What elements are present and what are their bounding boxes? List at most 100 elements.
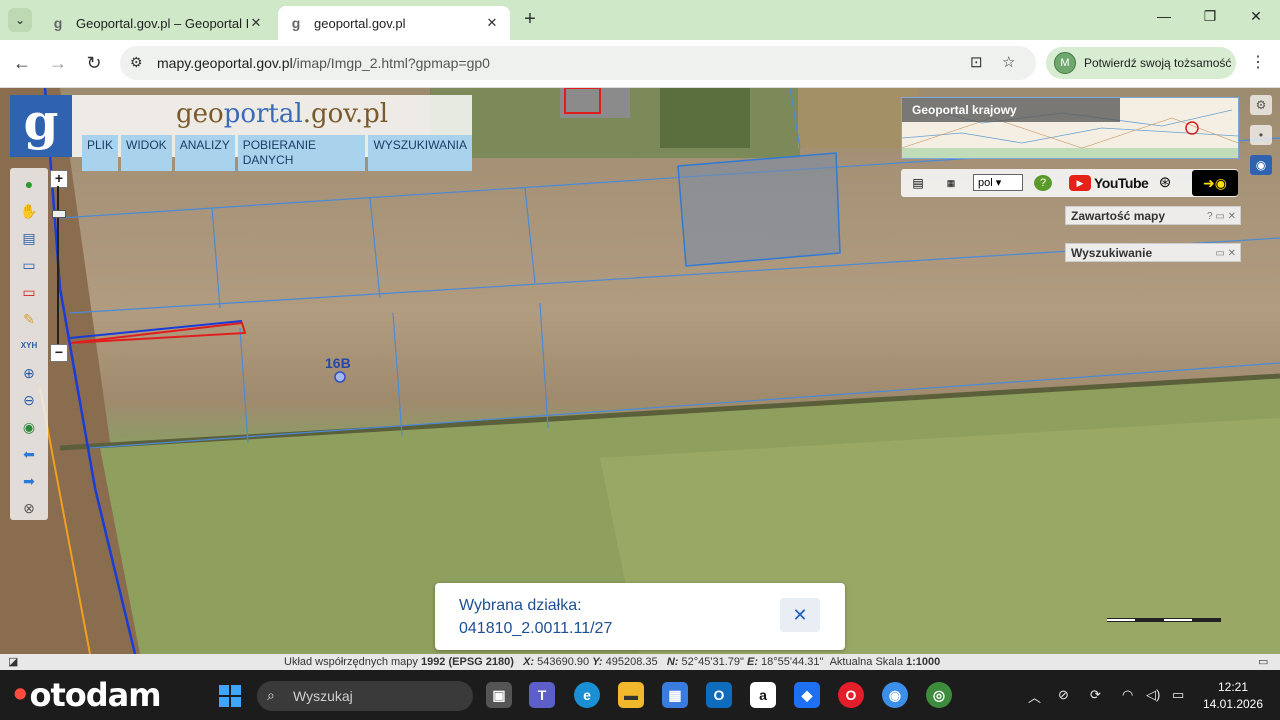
browser-menu-icon[interactable]: ⋮ — [1250, 52, 1266, 72]
pencil-icon[interactable]: ✎ — [18, 309, 40, 329]
menu-wyszukiwania[interactable]: WYSZUKIWANIA — [368, 135, 472, 171]
outlook-icon[interactable]: O — [706, 682, 732, 708]
store-icon[interactable]: ▦ — [662, 682, 688, 708]
dropbox-icon[interactable]: ◆ — [794, 682, 820, 708]
menu-analizy[interactable]: ANALIZY — [174, 135, 235, 171]
close-tab-icon[interactable]: ✕ — [484, 15, 500, 31]
tab-title: Geoportal.gov.pl – Geoportal In — [76, 15, 248, 31]
pan-hand-icon[interactable]: ✋ — [18, 201, 40, 221]
zoom-slider[interactable]: + − — [48, 168, 68, 364]
resize-icon[interactable]: ◪ — [8, 654, 18, 670]
main-menu: PLIK WIDOK ANALIZY POBIERANIE DANYCH WYS… — [82, 135, 472, 171]
xyh-icon[interactable]: XYH — [18, 336, 40, 356]
taskbar-search[interactable]: ⌕ Wyszukaj — [257, 681, 473, 711]
legend-icon[interactable]: ▤ — [18, 228, 40, 248]
zoom-plus-button[interactable]: + — [50, 170, 68, 188]
accessibility-icon[interactable]: ⊛ — [1156, 173, 1174, 193]
tray-chevron-icon[interactable]: ︿ — [1028, 687, 1041, 706]
close-tab-icon[interactable]: ✕ — [248, 15, 264, 31]
windows-taskbar: •otodam ⌕ Wyszukaj ▣ T e ▬ ▦ O a ◆ O ◉ ◎… — [0, 670, 1280, 720]
panel-title: Wyszukiwanie — [1071, 246, 1153, 260]
list-icon[interactable]: ▤ — [909, 173, 927, 193]
network-off-icon[interactable]: ⊘ — [1058, 687, 1069, 703]
new-tab-button[interactable]: + — [518, 8, 542, 31]
select-rectangle-icon[interactable]: ▭ — [18, 255, 40, 275]
panel-window-controls[interactable]: ▭ ✕ — [1215, 244, 1236, 263]
map-contents-panel[interactable]: Zawartość mapy ? ▭ ✕ — [1065, 206, 1241, 225]
search-panel[interactable]: Wyszukiwanie ▭ ✕ — [1065, 243, 1241, 262]
profile-button[interactable]: M Potwierdź swoją tożsamość — [1046, 47, 1236, 79]
search-placeholder: Wyszukaj — [293, 688, 353, 704]
forward-button[interactable]: → — [46, 52, 70, 76]
close-window-button[interactable]: ✕ — [1244, 8, 1268, 25]
popup-heading: Wybrana działka: — [459, 597, 582, 614]
compass-icon[interactable]: ⊗ — [18, 498, 40, 518]
settings-gear-icon[interactable]: ⚙ — [1250, 95, 1272, 115]
chrome-icon[interactable]: ◎ — [926, 682, 952, 708]
system-clock[interactable]: 12:21 14.01.2026 — [1198, 679, 1268, 713]
panel-window-controls[interactable]: ? ▭ ✕ — [1207, 207, 1236, 226]
tab-geoportal-info[interactable]: g Geoportal.gov.pl – Geoportal In ✕ — [40, 6, 274, 40]
amazon-icon[interactable]: a — [750, 682, 776, 708]
address-bar[interactable]: ⚙ mapy.geoportal.gov.pl/imap/Imgp_2.html… — [120, 46, 1036, 80]
zoom-minus-button[interactable]: − — [50, 344, 68, 362]
map-tools: ● ✋ ▤ ▭ ▭ ✎ XYH ⊕ ⊖ ◉ ⬅ ➡ ⊗ — [10, 168, 48, 520]
wifi-icon[interactable]: ◠ — [1122, 687, 1133, 703]
high-contrast-eye-icon[interactable]: ➜◉ — [1192, 170, 1238, 196]
clock-time: 12:21 — [1217, 680, 1249, 694]
zoom-in-icon[interactable]: ⊕ — [18, 363, 40, 383]
close-popup-icon[interactable]: ✕ — [780, 598, 820, 632]
map-canvas[interactable]: 16B g geoportal.gov.pl PLIK WIDOK ANALIZ… — [0, 88, 1280, 654]
edge-icon[interactable]: e — [574, 682, 600, 708]
file-explorer-icon[interactable]: ▬ — [618, 682, 644, 708]
status-expand-icon[interactable]: ▭ — [1258, 654, 1268, 670]
geoportal-favicon-icon: g — [291, 15, 301, 31]
minimize-window-button[interactable]: — — [1152, 8, 1176, 24]
task-view-icon[interactable]: ▣ — [486, 682, 512, 708]
menu-pobieranie-danych[interactable]: POBIERANIE DANYCH — [237, 135, 366, 171]
battery-icon[interactable]: ▭ — [1172, 687, 1184, 703]
opera-icon[interactable]: O — [838, 682, 864, 708]
language-select[interactable]: pol ▾ — [973, 174, 1023, 191]
youtube-link[interactable]: ▶ YouTube — [1069, 173, 1149, 193]
dot-icon[interactable]: • — [1250, 125, 1272, 145]
volume-icon[interactable]: ◁) — [1146, 687, 1160, 703]
arrow-forward-icon[interactable]: ➡ — [18, 471, 40, 491]
field-patch — [798, 88, 918, 148]
back-button[interactable]: ← — [10, 52, 34, 76]
geoportal-logo[interactable]: g — [10, 95, 72, 157]
help-icon[interactable]: ? — [1034, 175, 1052, 191]
otodam-watermark: •otodam — [10, 676, 162, 714]
teams-icon[interactable]: T — [529, 682, 555, 708]
tab-search-button[interactable]: ⌄ — [8, 8, 32, 32]
geoportal-wordmark: geoportal.gov.pl — [176, 99, 389, 129]
menu-widok[interactable]: WIDOK — [121, 135, 172, 171]
tab-title: geoportal.gov.pl — [314, 15, 406, 31]
browser-app-icon[interactable]: ◉ — [882, 682, 908, 708]
zoom-out-icon[interactable]: ⊖ — [18, 390, 40, 410]
reload-button[interactable]: ↻ — [82, 52, 106, 76]
bookmark-star-icon[interactable]: ☆ — [1002, 53, 1015, 71]
grid-map-icon[interactable]: ▦ — [941, 173, 961, 193]
zoom-knob[interactable] — [52, 210, 66, 218]
overview-minimap[interactable]: Geoportal krajowy — [901, 97, 1239, 159]
arrow-back-icon[interactable]: ⬅ — [18, 444, 40, 464]
windows-start-icon[interactable] — [219, 685, 241, 707]
map-scale-bar — [1107, 618, 1221, 622]
sync-icon[interactable]: ⟳ — [1090, 687, 1101, 703]
tab-geoportal-active[interactable]: g geoportal.gov.pl ✕ — [278, 6, 510, 40]
url-text: mapy.geoportal.gov.pl/imap/Imgp_2.html?g… — [157, 55, 490, 71]
youtube-play-icon: ▶ — [1069, 175, 1091, 191]
globe-icon[interactable]: ◉ — [18, 417, 40, 437]
info-icon[interactable]: ● — [18, 174, 40, 194]
profile-label: Potwierdź swoją tożsamość — [1084, 56, 1232, 70]
site-settings-icon[interactable]: ⚙ — [130, 54, 143, 71]
install-app-icon[interactable]: ⊡ — [970, 53, 983, 71]
menu-plik[interactable]: PLIK — [82, 135, 119, 171]
parcel-marker[interactable] — [334, 371, 346, 383]
restore-window-button[interactable]: ❐ — [1198, 8, 1222, 25]
select-red-icon[interactable]: ▭ — [18, 282, 40, 302]
selected-parcel[interactable] — [677, 152, 841, 267]
geoportal-favicon-icon: g — [53, 15, 63, 31]
eye-view-icon[interactable]: ◉ — [1250, 155, 1272, 175]
